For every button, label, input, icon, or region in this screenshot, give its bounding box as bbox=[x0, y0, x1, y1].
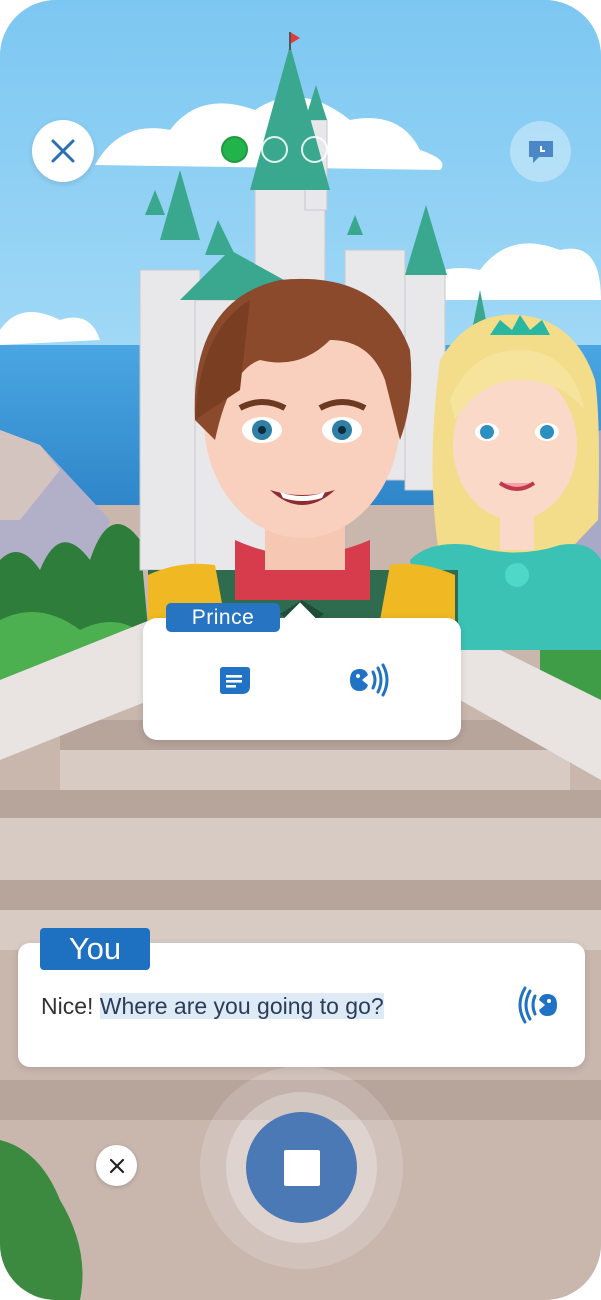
x-icon bbox=[109, 1158, 124, 1173]
play-prince-audio-button[interactable] bbox=[346, 663, 390, 697]
user-name-tag: You bbox=[40, 928, 150, 970]
user-line-prefix: Nice! bbox=[41, 993, 100, 1019]
chat-bubble-icon bbox=[528, 140, 553, 163]
close-button[interactable] bbox=[32, 120, 94, 182]
play-user-audio-button[interactable] bbox=[513, 986, 559, 1024]
cancel-recording-button[interactable] bbox=[96, 1145, 137, 1186]
progress-dot bbox=[301, 136, 328, 163]
speaker-sound-icon bbox=[350, 663, 389, 697]
show-text-button[interactable] bbox=[216, 663, 252, 697]
app-screen: Prince You Nice! Where are you going to … bbox=[0, 0, 601, 1300]
progress-dot-complete bbox=[221, 136, 248, 163]
user-dialogue-text: Nice! Where are you going to go? bbox=[41, 989, 384, 1023]
close-icon bbox=[51, 139, 75, 163]
lesson-progress-dots bbox=[221, 136, 368, 163]
progress-dot bbox=[261, 136, 288, 163]
text-lines-icon bbox=[220, 667, 250, 694]
stop-recording-button[interactable] bbox=[246, 1112, 357, 1223]
prince-dialogue-card bbox=[143, 618, 461, 740]
user-line-highlighted: Where are you going to go? bbox=[99, 993, 384, 1019]
speaker-sound-icon bbox=[518, 986, 557, 1024]
speaker-name-tag: Prince bbox=[166, 603, 280, 632]
stop-icon bbox=[283, 1149, 320, 1186]
progress-dot bbox=[341, 136, 368, 163]
chat-history-button[interactable] bbox=[510, 121, 571, 182]
